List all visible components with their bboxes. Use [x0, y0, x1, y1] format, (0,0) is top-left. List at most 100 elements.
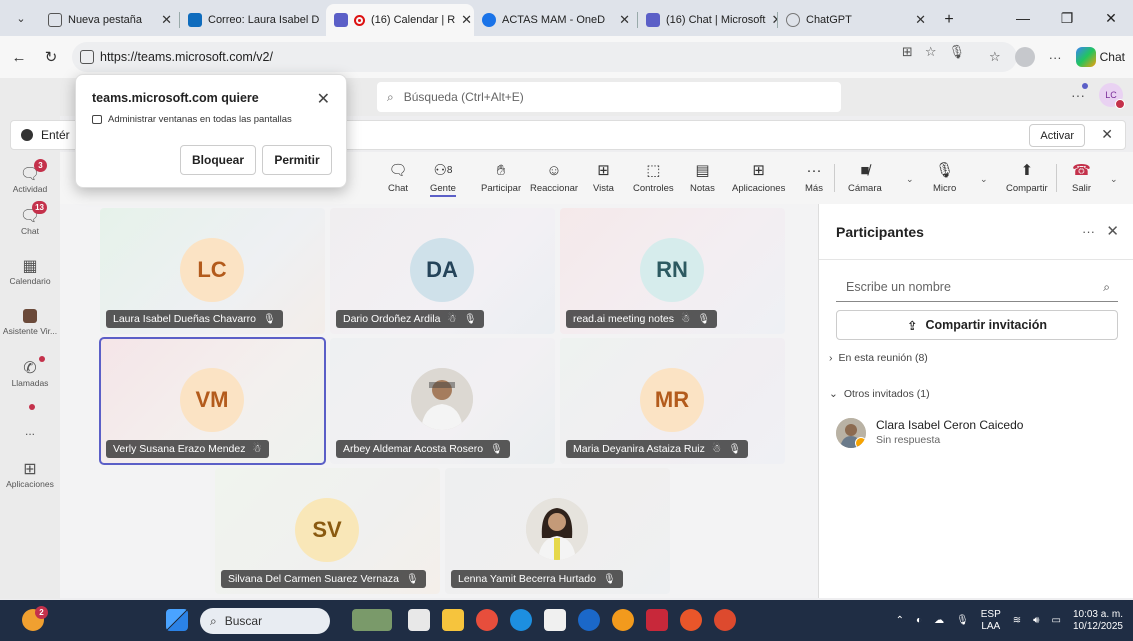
- tab-actions-menu-button[interactable]: ⌄: [6, 3, 36, 33]
- battery-icon[interactable]: ▭: [1051, 615, 1060, 626]
- participant-photo: [411, 368, 473, 430]
- windows-start-icon[interactable]: [166, 609, 188, 631]
- split-screen-icon[interactable]: ⊞: [902, 44, 913, 60]
- minimize-button[interactable]: —: [1001, 0, 1045, 36]
- rail-item-calendario[interactable]: ▦ Calendario: [0, 256, 60, 286]
- rail-item-chat[interactable]: 🗨︎ 13 Chat: [0, 201, 60, 236]
- rail-item-llamadas[interactable]: ✆ Llamadas: [0, 356, 60, 388]
- participant-tile[interactable]: Arbey Aldemar Acosta Rosero 🎙︎: [330, 338, 555, 464]
- rail-item-asistente[interactable]: Asistente Vir...: [0, 306, 60, 336]
- clock[interactable]: 10:03 a. m. 10/12/2025: [1073, 609, 1123, 633]
- participant-tile-selected[interactable]: VM Verly Susana Erazo Mendez ☃︎: [99, 337, 326, 465]
- close-window-button[interactable]: ✕: [1089, 0, 1133, 36]
- close-tab-icon[interactable]: ✕: [161, 12, 172, 28]
- chevron-up-icon[interactable]: ⌃: [896, 615, 904, 626]
- browser-tab[interactable]: Nueva pestaña ✕: [40, 4, 180, 36]
- volume-icon[interactable]: 🔊︎: [1033, 615, 1039, 626]
- apps-button[interactable]: ⊞ Aplicaciones: [732, 160, 785, 194]
- share-button[interactable]: ⬆︎ Compartir: [1006, 160, 1048, 194]
- close-icon[interactable]: ✕: [1106, 222, 1119, 240]
- file-explorer-icon[interactable]: [442, 609, 464, 631]
- favorites-icon[interactable]: ☆: [989, 49, 1001, 65]
- copilot-button[interactable]: Chat: [1075, 47, 1125, 67]
- activate-button[interactable]: Activar: [1029, 124, 1085, 147]
- group-in-meeting[interactable]: › En esta reunión (8): [829, 352, 928, 364]
- leave-button[interactable]: ☎︎ Salir: [1072, 160, 1091, 194]
- share-invite-button[interactable]: ⇪ Compartir invitación: [836, 310, 1118, 340]
- browser-tab-active[interactable]: (16) Calendar | R ✕: [326, 4, 474, 36]
- system-tray: ⌃ ◐ ☁︎ 🎙︎ ESP LAA ≋ 🔊︎ ▭ 10:03 a. m. 10/12…: [896, 604, 1123, 637]
- onedrive-icon: [482, 13, 496, 27]
- participant-tile[interactable]: DA Dario Ordoñez Ardila ☃︎ 🎙︎: [330, 208, 555, 334]
- mic-options-caret[interactable]: ⌄: [980, 174, 988, 185]
- close-icon[interactable]: ✕: [1101, 126, 1113, 143]
- camera-options-caret[interactable]: ⌄: [906, 174, 914, 185]
- chrome-icon[interactable]: [680, 609, 702, 631]
- view-button[interactable]: ⊞ Vista: [593, 160, 614, 194]
- mic-off-icon: 🎙︎: [602, 573, 616, 585]
- microphone-icon[interactable]: 🎙︎: [956, 615, 969, 626]
- new-tab-button[interactable]: +: [934, 4, 964, 36]
- microphone-icon[interactable]: 🎙︎: [948, 44, 965, 60]
- invitee-item[interactable]: Clara Isabel Ceron Caicedo Sin respuesta: [836, 416, 1116, 452]
- store-icon[interactable]: [544, 609, 566, 631]
- task-view-icon[interactable]: [408, 609, 430, 631]
- more-options-icon[interactable]: ···: [1049, 50, 1062, 65]
- participant-tile[interactable]: MR Maria Deyanira Astaiza Ruiz ☃︎ 🎙︎: [560, 338, 785, 464]
- search-input[interactable]: ⌕ Búsqueda (Ctrl+Alt+E): [377, 82, 841, 112]
- raise-hand-button[interactable]: ✋︎ Participar: [481, 160, 521, 195]
- back-button[interactable]: ←: [6, 44, 32, 70]
- participant-tile[interactable]: Lenna Yamit Becerra Hurtado 🎙︎: [445, 468, 670, 594]
- rail-item-actividad[interactable]: 🗨︎ 3 Actividad: [0, 159, 60, 194]
- react-button[interactable]: ☺ Reaccionar: [530, 160, 578, 195]
- block-button[interactable]: Bloquear: [180, 145, 256, 175]
- participant-search-input[interactable]: Escribe un nombre ⌕: [836, 272, 1118, 302]
- tray-app-icon[interactable]: ◐: [916, 615, 922, 626]
- hp-icon[interactable]: [578, 609, 600, 631]
- browser-tab[interactable]: (16) Chat | Microsoft ✕: [638, 4, 778, 36]
- more-button[interactable]: ··· Más: [805, 160, 823, 195]
- user-avatar[interactable]: LC: [1099, 83, 1125, 109]
- wifi-icon[interactable]: ≋: [1013, 615, 1021, 626]
- browser-tab[interactable]: Correo: Laura Isabel D ✕: [180, 4, 326, 36]
- edge-browser-icon[interactable]: [510, 609, 532, 631]
- participant-tile[interactable]: LC Laura Isabel Dueñas Chavarro 🎙︎: [100, 208, 325, 334]
- participant-tile[interactable]: RN read.ai meeting notes ☃︎ 🎙︎: [560, 208, 785, 334]
- profile-avatar[interactable]: [1014, 47, 1035, 67]
- group-other-invitees[interactable]: ⌄ Otros invitados (1): [829, 388, 930, 400]
- taskbar-widget-icon[interactable]: [352, 609, 392, 631]
- more-options-icon[interactable]: ···: [1071, 83, 1088, 103]
- participant-tile[interactable]: SV Silvana Del Carmen Suarez Vernaza 🎙︎: [215, 468, 440, 594]
- refresh-button[interactable]: ↻: [38, 44, 64, 70]
- notes-button[interactable]: ▤ Notas: [690, 160, 715, 194]
- weather-widget-icon[interactable]: 2: [22, 606, 48, 631]
- leave-options-caret[interactable]: ⌄: [1110, 174, 1118, 185]
- close-icon[interactable]: ✕: [317, 89, 330, 109]
- chrome-canary-icon[interactable]: [612, 609, 634, 631]
- close-tab-icon[interactable]: ✕: [619, 12, 630, 28]
- browser-tab[interactable]: ACTAS MAM - OneD ✕: [474, 4, 638, 36]
- controls-button[interactable]: ⬚ Controles: [633, 160, 674, 194]
- camera-button[interactable]: ■̸ Cámara: [848, 160, 882, 195]
- rail-item-aplicaciones[interactable]: ⊞ Aplicaciones: [0, 459, 60, 489]
- taskbar-search[interactable]: ⌕ Buscar: [200, 608, 330, 634]
- more-options-icon[interactable]: ···: [1082, 224, 1095, 239]
- app-icon[interactable]: [476, 609, 498, 631]
- mcafee-icon[interactable]: [646, 609, 668, 631]
- mic-button[interactable]: 🎙︎ Micro: [933, 160, 956, 194]
- favorite-star-icon[interactable]: ☆: [925, 44, 937, 60]
- chat-button[interactable]: 🗨︎ Chat: [388, 160, 408, 194]
- allow-button[interactable]: Permitir: [262, 145, 332, 175]
- close-tab-icon[interactable]: ✕: [461, 12, 472, 28]
- site-info-icon[interactable]: [80, 50, 94, 64]
- close-tab-icon[interactable]: ✕: [915, 12, 926, 28]
- browser-tab[interactable]: ChatGPT ✕: [778, 4, 934, 36]
- app-icon[interactable]: [714, 609, 736, 631]
- language-indicator[interactable]: ESP LAA: [981, 609, 1001, 633]
- people-button[interactable]: ⚇ 8 Gente: [430, 160, 456, 197]
- url-field[interactable]: https://teams.microsoft.com/v2/: [72, 42, 1017, 72]
- mic-off-icon: 🎙︎: [463, 313, 477, 325]
- rail-more-apps[interactable]: ...: [0, 404, 60, 438]
- onedrive-icon[interactable]: ☁︎: [934, 615, 944, 626]
- restore-button[interactable]: ❐: [1045, 0, 1089, 36]
